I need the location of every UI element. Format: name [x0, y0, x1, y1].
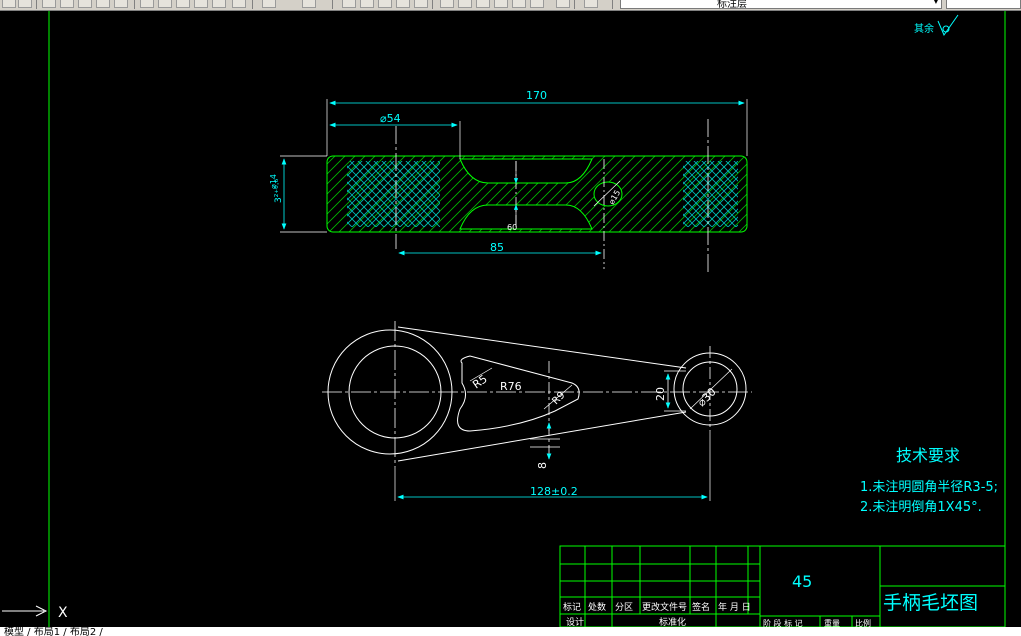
redo-icon[interactable]	[262, 0, 276, 8]
preview-icon[interactable]	[78, 0, 92, 8]
tech-note-2: 2.未注明倒角1X45°.	[860, 500, 982, 515]
tb-header-5: 签名	[692, 601, 710, 613]
help-icon[interactable]	[584, 0, 598, 8]
toolbar-separator	[134, 0, 135, 9]
redo-disabled-icon	[302, 0, 316, 8]
zoom-extents-icon[interactable]	[414, 0, 428, 8]
toolbar-separator	[612, 0, 613, 9]
undo-icon[interactable]	[232, 0, 246, 8]
match-properties-icon[interactable]	[194, 0, 208, 8]
color-dropdown[interactable]	[946, 0, 1021, 9]
toolbar-separator	[252, 0, 253, 9]
brush-icon[interactable]	[212, 0, 226, 8]
dim-dia-30: ⌀30	[695, 385, 719, 409]
dim-span: 128±0.2	[530, 485, 578, 498]
zoom-realtime-icon[interactable]	[360, 0, 374, 8]
tb-header-4: 更改文件号	[642, 601, 687, 613]
cross-hatch-left	[347, 161, 440, 227]
design-center-icon[interactable]	[458, 0, 472, 8]
tb-material: 45	[792, 572, 812, 591]
tool-palette-icon[interactable]	[476, 0, 490, 8]
dim-w8: 8	[536, 462, 549, 469]
paste-icon[interactable]	[176, 0, 190, 8]
tech-note-1: 1.未注明圆角半径R3-5;	[860, 480, 998, 495]
new-icon[interactable]	[2, 0, 16, 8]
arm-bottom-edge	[397, 411, 687, 462]
open-icon[interactable]	[18, 0, 32, 8]
ucs-x-label: X	[58, 605, 68, 621]
dim-r9: R9	[550, 390, 567, 407]
publish-icon[interactable]	[96, 0, 110, 8]
cross-hatch-right	[683, 161, 738, 227]
tb-design: 设计	[566, 616, 584, 627]
tb-weight: 重量	[824, 618, 840, 627]
pan-icon[interactable]	[342, 0, 356, 8]
table-icon[interactable]	[556, 0, 570, 8]
dim-height-20: 20	[654, 387, 667, 401]
tb-header-6: 年 月 日	[718, 601, 751, 613]
front-dimensions: R5 R76 R9 20 ⌀30 8 128±0.2	[394, 367, 733, 501]
drawing-canvas[interactable]: 其余 170 ⌀54 85 3²⁺⁰·⁶ ⌀14 60 ⌀15 R5 R76 R…	[0, 11, 1021, 627]
dim-groove-depth: 60	[507, 223, 517, 232]
tb-drawing-title: 手柄毛坯图	[883, 592, 978, 614]
tb-header-1: 标记	[563, 601, 581, 613]
groove-top	[459, 158, 593, 184]
zoom-previous-icon[interactable]	[396, 0, 410, 8]
save-icon[interactable]	[42, 0, 56, 8]
tb-scale: 比例	[855, 618, 871, 627]
tb-header-3: 分区	[615, 602, 633, 613]
sheet-set-icon[interactable]	[494, 0, 508, 8]
front-view[interactable]	[322, 321, 752, 467]
roughness-label: 其余	[914, 22, 934, 35]
toolbar-separator	[432, 0, 433, 9]
tb-stage: 阶 段 标 记	[763, 618, 803, 627]
toolbar-separator	[36, 0, 37, 9]
tb-standard: 标准化	[659, 616, 686, 627]
chevron-down-icon[interactable]: ▼	[933, 0, 939, 5]
zoom-window-icon[interactable]	[378, 0, 392, 8]
layout-tabs-bar[interactable]: 模型 / 布局1 / 布局2 /	[0, 627, 1021, 636]
title-block[interactable]: 标记 处数 分区 更改文件号 签名 年 月 日 设计 标准化 45 手柄毛坯图 …	[559, 545, 1006, 627]
toolbar-separator	[574, 0, 575, 9]
ucs-icon: X	[2, 605, 68, 621]
eraser-icon[interactable]	[114, 0, 128, 8]
tb-header-2: 处数	[588, 601, 606, 613]
properties-icon[interactable]	[440, 0, 454, 8]
calculator-icon[interactable]	[530, 0, 544, 8]
toolbar: 标注层 ▼	[0, 0, 1021, 11]
copy-icon[interactable]	[158, 0, 172, 8]
roughness-symbol	[937, 14, 959, 37]
dim-overall-length: 170	[526, 89, 547, 102]
arm-top-edge	[397, 326, 687, 369]
layer-name: 标注层	[717, 0, 747, 10]
dim-hole: ⌀14	[269, 174, 278, 189]
layout-tabs[interactable]: 模型 / 布局1 / 布局2 /	[4, 627, 103, 636]
section-view[interactable]	[326, 119, 748, 273]
cut-icon[interactable]	[140, 0, 154, 8]
markup-icon[interactable]	[512, 0, 526, 8]
dim-diameter-left: ⌀54	[380, 112, 401, 125]
tech-title: 技术要求	[896, 446, 960, 465]
groove-bottom	[459, 204, 593, 230]
dim-r76: R76	[500, 380, 522, 393]
dim-center-distance: 85	[490, 241, 504, 254]
toolbar-separator	[332, 0, 333, 9]
layer-dropdown[interactable]: 标注层 ▼	[620, 0, 942, 10]
print-icon[interactable]	[60, 0, 74, 8]
